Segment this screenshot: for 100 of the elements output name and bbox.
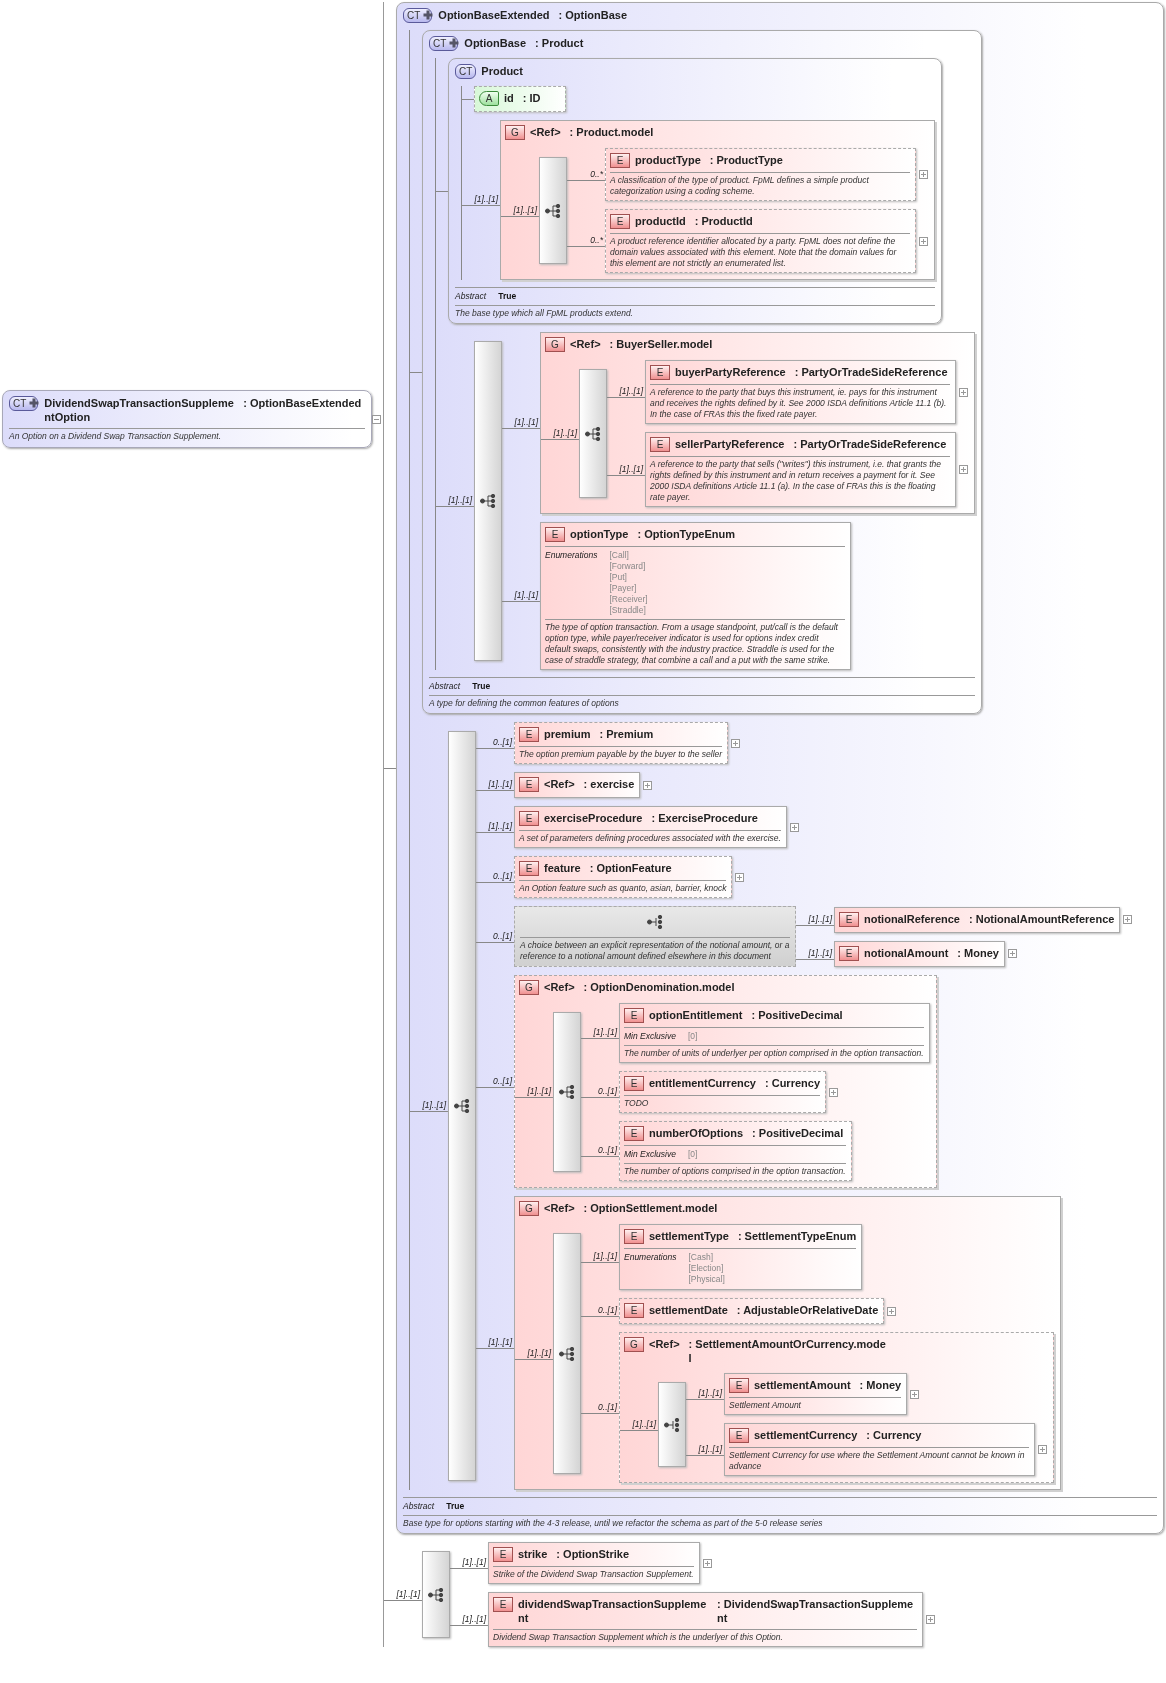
occurrence-label: [1]..[1]: [474, 194, 500, 205]
property-value: [Election]: [688, 1263, 725, 1274]
node-name: strike: [518, 1547, 548, 1561]
node-name: sellerPartyReference: [675, 437, 785, 451]
occurrence-label: 0..[1]: [598, 1401, 619, 1413]
node-name: <Ref>: [649, 1337, 680, 1351]
node-name: settlementAmount: [754, 1378, 851, 1392]
occurrence-label: [1]..[1]: [488, 779, 514, 790]
node-name: <Ref>: [544, 980, 575, 994]
documentation-text: A classification of the type of product. FpML defines a simple product categorization using a coding scheme.: [610, 175, 870, 197]
element-badge: E: [729, 1428, 749, 1443]
occurrence-label: [1]..[1]: [488, 821, 514, 832]
type-name: : OptionStrike: [556, 1547, 630, 1561]
type-name: : PositiveDecimal: [751, 1008, 843, 1022]
expand-icon[interactable]: [643, 780, 653, 790]
occurrence-label: [1]..[1]: [527, 1347, 553, 1359]
type-name: : Money: [957, 945, 999, 960]
element-badge: E: [839, 911, 859, 927]
expand-icon[interactable]: [926, 1615, 935, 1624]
node-name: settlementDate: [649, 1303, 728, 1317]
element-badge: E: [650, 437, 670, 452]
node-name: optionEntitlement: [649, 1008, 743, 1022]
occurrence-label: 0..[1]: [493, 871, 514, 882]
expand-icon[interactable]: [1007, 949, 1017, 958]
property-value: True: [498, 291, 517, 302]
occurrence-label: [1]..[1]: [527, 1086, 553, 1097]
documentation-text: The option premium payable by the buyer to the seller: [519, 749, 723, 760]
occurrence-label: [1]..[1]: [619, 386, 645, 397]
expand-icon[interactable]: [1123, 915, 1133, 924]
node-name: Product: [481, 64, 523, 78]
collapse-icon[interactable]: [372, 414, 381, 424]
sequence-icon: [428, 1587, 444, 1602]
occurrence-label: 0..[1]: [598, 1305, 619, 1316]
occurrence-label: [1]..[1]: [462, 1557, 488, 1568]
group-badge: G: [624, 1337, 644, 1352]
element-badge: E: [624, 1126, 644, 1141]
property-label: Abstract: [403, 1501, 435, 1512]
group-badge: G: [519, 980, 539, 995]
node-name: numberOfOptions: [649, 1126, 744, 1140]
occurrence-label: [1]..[1]: [698, 1388, 724, 1399]
element-badge: E: [624, 1076, 644, 1091]
documentation-text: An Option feature such as quanto, asian, barrier, knock: [519, 883, 727, 894]
type-name: : OptionDenomination.model: [583, 980, 735, 994]
node-name: optionType: [570, 527, 629, 541]
property-value: [0]: [687, 1031, 698, 1042]
expand-icon[interactable]: [959, 387, 968, 397]
element-badge: E: [729, 1378, 749, 1393]
expand-icon[interactable]: [731, 738, 741, 748]
expand-icon[interactable]: [702, 1558, 712, 1568]
sequence-icon: [454, 1099, 470, 1113]
node-name: <Ref>: [544, 1201, 575, 1215]
property-value: True: [472, 681, 491, 692]
documentation-text: Settlement Currency for use where the Settlement Amount cannot be known in advance: [729, 1450, 1026, 1472]
group-badge: G: [505, 125, 525, 140]
type-name: : SettlementTypeEnum: [737, 1229, 857, 1243]
occurrence-label: [1]..[1]: [553, 427, 579, 439]
occurrence-label: [1]..[1]: [808, 947, 834, 959]
expand-icon[interactable]: [887, 1306, 897, 1316]
element-badge: E: [839, 945, 859, 961]
type-name: : OptionTypeEnum: [637, 527, 736, 541]
occurrence-label: [1]..[1]: [462, 1613, 488, 1625]
expand-icon[interactable]: [735, 872, 745, 882]
property-value: True: [446, 1501, 465, 1512]
type-name: : BuyerSeller.model: [609, 337, 713, 351]
documentation-text: An Option on a Dividend Swap Transaction Supplement.: [9, 431, 222, 442]
element-badge: E: [624, 1008, 644, 1023]
type-name: : Product: [535, 36, 584, 50]
expand-icon[interactable]: [789, 822, 799, 832]
occurrence-label: [1]..[1]: [808, 913, 834, 925]
property-label: Abstract: [455, 291, 487, 302]
type-name: : AdjustableOrRelativeDate: [736, 1303, 879, 1317]
documentation-text: The type of option transaction. From a usage standpoint, put/call is the default option type, while payer/receiver indicator is used for options index credit default swaps, consistently with the industry practice. Straddle is used for the case of straddle strategy, that combine a call and a put with the same strike.: [545, 622, 839, 666]
documentation-text: A set of parameters defining procedures associated with the exercise.: [519, 833, 781, 844]
occurrence-label: 0..[1]: [493, 737, 514, 748]
node-name: OptionBase: [464, 36, 527, 50]
node-name: productId: [635, 214, 686, 228]
property-value: [Straddle]: [609, 605, 647, 616]
property-value: [Put]: [609, 572, 628, 583]
property-label: Abstract: [429, 681, 461, 692]
expand-icon[interactable]: [910, 1389, 920, 1399]
element-badge: E: [493, 1597, 513, 1612]
occurrence-label: [1]..[1]: [513, 204, 539, 216]
expand-icon[interactable]: [1038, 1445, 1047, 1454]
documentation-text: A reference to the party that sells ("writes") this instrument, i.e. that grants the rights defined by this instrument and in return receives a payment for it. See 2000 ISDA definitions Article 11.1 (a). In the case of FRAs this is the floating rate payer.: [650, 459, 943, 503]
node-name: buyerPartyReference: [675, 365, 786, 379]
property-value: [0]: [687, 1149, 698, 1160]
type-badge: CT: [455, 64, 477, 79]
element-badge: E: [624, 1303, 644, 1318]
expand-icon[interactable]: [959, 465, 968, 474]
documentation-text: A reference to the party that buys this instrument, ie. pays for this instrument and receives the rights defined by it. See 2000 ISDA definitions Article 11.1 (b). In the case of FRAs this the fixed rate payer.: [650, 387, 948, 420]
node-name: settlementCurrency: [754, 1428, 858, 1442]
group-badge: G: [545, 337, 565, 352]
expand-icon[interactable]: [919, 236, 928, 246]
expand-icon[interactable]: [829, 1087, 838, 1097]
expand-icon[interactable]: [919, 170, 928, 179]
documentation-text: Dividend Swap Transaction Supplement which is the underlyer of this Option.: [493, 1632, 784, 1643]
documentation-text: The number of options comprised in the option transaction.: [624, 1166, 846, 1177]
element-badge: E: [519, 727, 539, 742]
choice-icon: [664, 1417, 680, 1432]
property-value: [Payer]: [609, 583, 638, 594]
